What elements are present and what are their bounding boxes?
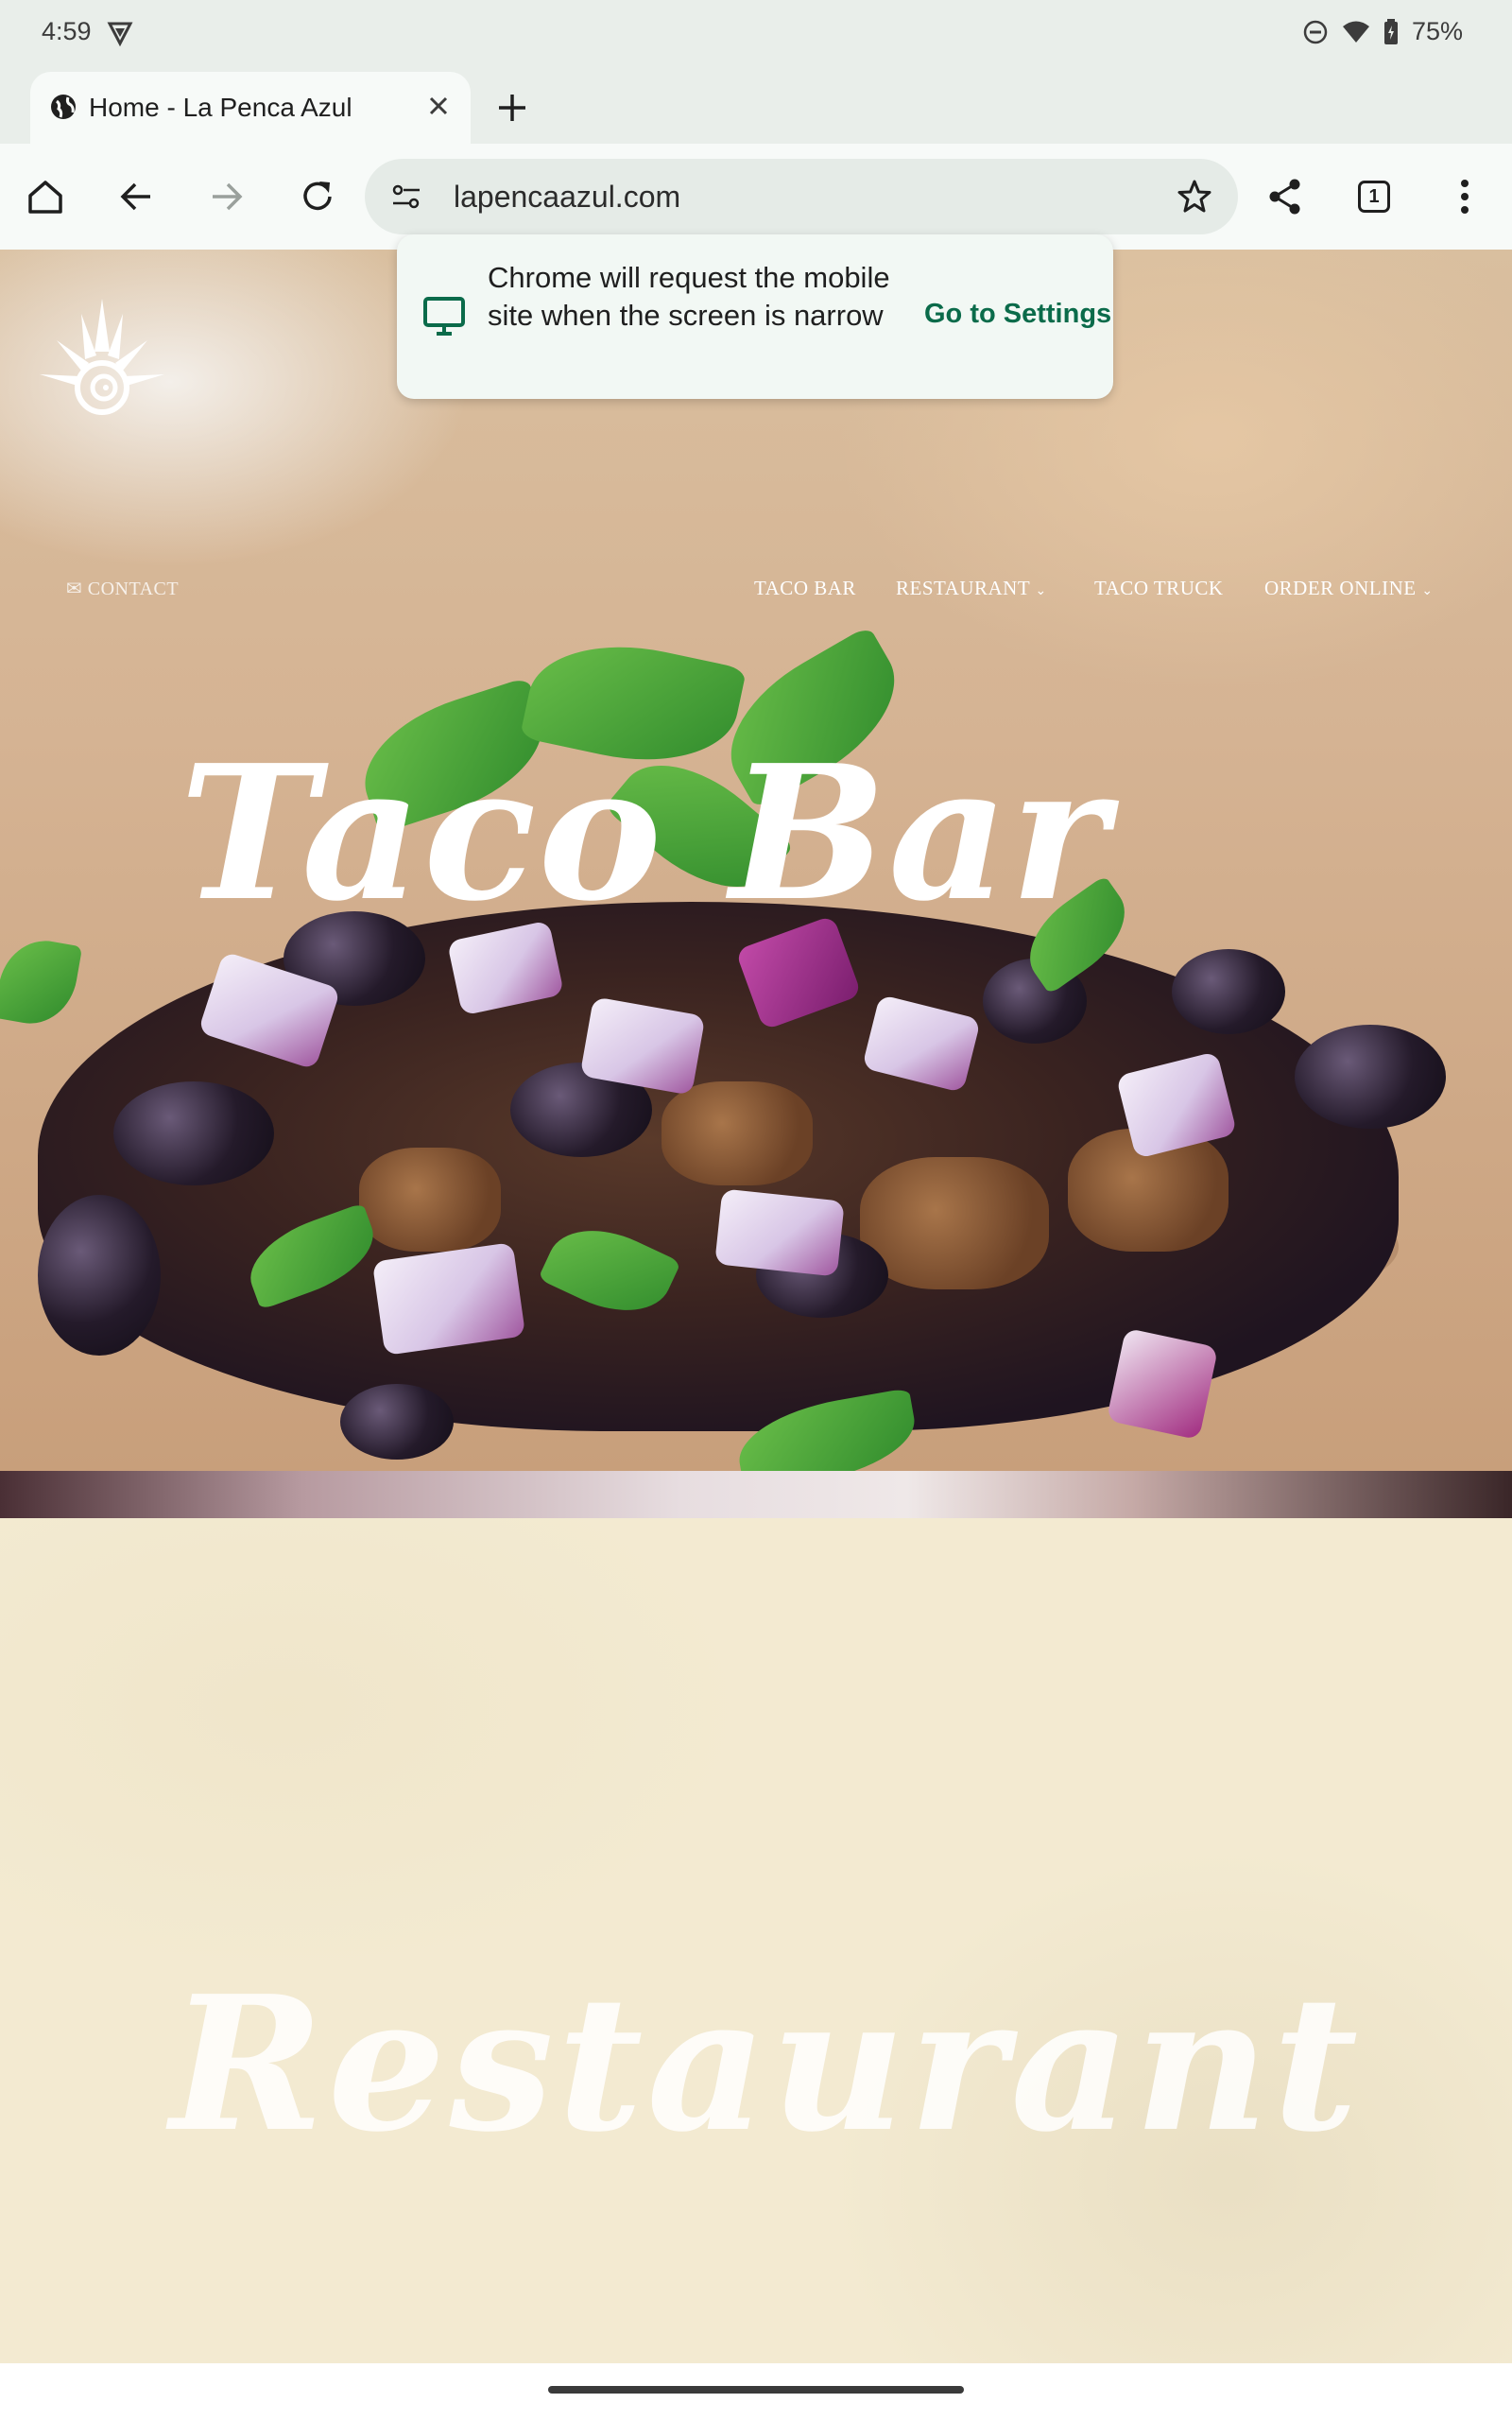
status-bar: 4:59 75% (0, 0, 1512, 68)
share-icon (1269, 179, 1300, 215)
navigation-bar (0, 2363, 1512, 2420)
reload-icon (303, 182, 332, 211)
nav-taco-truck[interactable]: TACO TRUCK (1094, 577, 1224, 600)
back-arrow-icon (120, 182, 150, 211)
section-divider (0, 1471, 1512, 1518)
nav-order-online[interactable]: ORDER ONLINE ⌄ (1264, 577, 1434, 600)
chevron-down-icon: ⌄ (1421, 584, 1434, 598)
reload-button[interactable] (293, 172, 342, 221)
popup-message: Chrome will request the mobile site when… (488, 261, 890, 332)
tab-strip: Home - La Penca Azul (0, 68, 1512, 144)
close-tab-icon[interactable] (423, 91, 454, 121)
web-content[interactable]: ✉ CONTACT TACO BAR RESTAURANT ⌄ TACO TRU… (0, 250, 1512, 2363)
gesture-handle[interactable] (548, 2386, 964, 2394)
go-to-settings-button[interactable]: Go to Settings (924, 299, 1111, 330)
nav-restaurant[interactable]: RESTAURANT ⌄ (896, 577, 1047, 600)
tab-switcher-button[interactable]: 1 (1349, 172, 1399, 221)
wifi-icon (1342, 20, 1370, 44)
mobile-site-message-popup: Chrome will request the mobile site when… (397, 234, 1113, 399)
url-text: lapencaazul.com (454, 180, 681, 214)
nav-contact-link[interactable]: ✉ CONTACT (66, 577, 179, 600)
chevron-down-icon: ⌄ (1035, 584, 1047, 598)
vpn-shield-icon (106, 19, 134, 52)
nav-taco-bar[interactable]: TACO BAR (754, 577, 856, 600)
bookmark-star-icon[interactable] (1176, 178, 1213, 220)
dnd-icon (1302, 19, 1329, 45)
share-button[interactable] (1261, 172, 1310, 221)
browser-tab[interactable]: Home - La Penca Azul (30, 72, 471, 144)
site-settings-icon[interactable] (389, 180, 423, 218)
section-title: Restaurant (170, 1956, 1363, 2173)
home-button[interactable] (21, 172, 70, 221)
battery-icon (1383, 18, 1399, 45)
overflow-menu-button[interactable] (1440, 172, 1489, 221)
new-tab-button[interactable] (491, 87, 533, 129)
globe-icon (49, 93, 77, 126)
forward-arrow-icon (213, 182, 243, 211)
forward-button[interactable] (202, 172, 251, 221)
battery-percent: 75% (1411, 17, 1463, 45)
home-icon (28, 181, 62, 214)
hero-image: ✉ CONTACT TACO BAR RESTAURANT ⌄ TACO TRU… (0, 250, 1512, 1471)
status-time: 4:59 (42, 17, 92, 45)
desktop-monitor-icon (421, 293, 467, 343)
address-bar[interactable]: lapencaazul.com (365, 159, 1238, 234)
more-vert-icon (1461, 180, 1469, 214)
back-button[interactable] (112, 172, 161, 221)
tab-count: 1 (1358, 181, 1390, 213)
hero-title: Taco Bar (180, 725, 1110, 942)
tab-title: Home - La Penca Azul (89, 93, 352, 122)
site-logo[interactable] (36, 295, 168, 432)
mail-icon: ✉ (66, 579, 83, 599)
restaurant-section: Restaurant (0, 1518, 1512, 2363)
